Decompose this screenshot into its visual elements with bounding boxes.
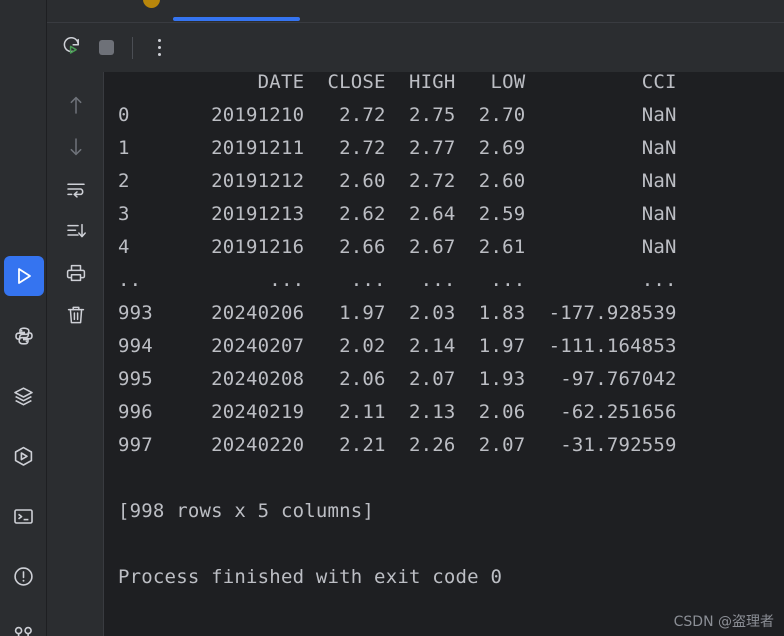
rerun-icon xyxy=(61,34,83,61)
ide-run-window: DATE CLOSE HIGH LOW CCI 0 20191210 2.72 … xyxy=(0,0,784,636)
more-vertical-icon xyxy=(157,39,161,56)
console-gutter-toolbar xyxy=(47,72,104,636)
run-configuration-icon[interactable] xyxy=(143,0,160,8)
trash-icon xyxy=(65,304,87,331)
branch-icon xyxy=(12,625,35,636)
next-occurrence-button[interactable] xyxy=(59,132,93,166)
python-icon xyxy=(13,325,35,347)
print-button[interactable] xyxy=(59,258,93,292)
clear-all-button[interactable] xyxy=(59,300,93,334)
soft-wrap-icon xyxy=(65,179,87,204)
more-options-button[interactable] xyxy=(142,31,176,65)
activity-item-version-control[interactable] xyxy=(4,616,44,636)
watermark: CSDN @盗理者 xyxy=(673,614,774,630)
scroll-to-end-icon xyxy=(65,221,87,246)
soft-wrap-button[interactable] xyxy=(59,174,93,208)
print-icon xyxy=(65,262,87,289)
activity-item-python-console[interactable] xyxy=(4,436,44,476)
activity-item-python-packages[interactable] xyxy=(4,316,44,356)
run-toolbar xyxy=(47,23,784,72)
hexagon-play-icon xyxy=(12,445,35,468)
arrow-down-icon xyxy=(66,136,86,163)
activity-item-services[interactable] xyxy=(4,376,44,416)
warning-circle-icon xyxy=(12,565,35,588)
terminal-icon xyxy=(12,505,35,528)
layers-icon xyxy=(12,385,35,408)
activity-item-run[interactable] xyxy=(3,256,44,296)
rerun-button[interactable] xyxy=(55,31,89,65)
play-icon xyxy=(13,265,35,287)
previous-occurrence-button[interactable] xyxy=(59,90,93,124)
activity-bar xyxy=(0,0,47,636)
activity-item-problems[interactable] xyxy=(4,556,44,596)
console-output-text: DATE CLOSE HIGH LOW CCI 0 20191210 2.72 … xyxy=(118,72,677,588)
run-tab-strip xyxy=(47,0,784,23)
scroll-to-end-button[interactable] xyxy=(59,216,93,250)
console-output-panel[interactable]: DATE CLOSE HIGH LOW CCI 0 20191210 2.72 … xyxy=(104,72,784,636)
activity-item-terminal[interactable] xyxy=(4,496,44,536)
stop-button[interactable] xyxy=(89,31,123,65)
stop-square-icon xyxy=(98,40,114,55)
active-tab-indicator xyxy=(173,17,300,21)
arrow-up-icon xyxy=(66,94,86,121)
toolbar-separator xyxy=(132,36,133,59)
